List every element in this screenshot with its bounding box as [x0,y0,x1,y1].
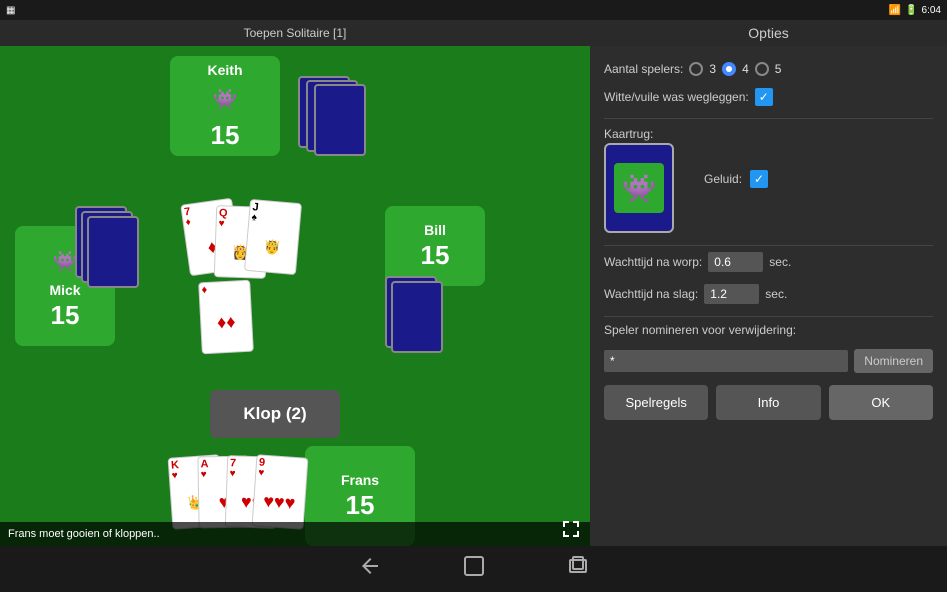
witte-vuile-checkbox[interactable]: ✓ [755,88,773,106]
player-keith: Keith 👾 15 [170,56,280,156]
wachttijd-slag-row: Wachttijd na slag: sec. [604,284,933,304]
game-area: Keith 👾 15 👾 Mick 15 Bill 15 7 ♦ ♦ [0,46,590,546]
wachttijd-worp-row: Wachttijd na worp: sec. [604,252,933,272]
recent-button[interactable] [566,554,590,584]
kaartrug-section: Kaartrug: 👾 Geluid: ✓ [604,125,933,233]
home-button[interactable] [462,554,486,584]
nav-bar [0,546,947,592]
witte-vuile-row: Witte/vuile was wegleggen: ✓ [604,88,933,106]
keith-card-3 [314,84,366,156]
frans-card-9: 9 ♥ ♥♥♥ [252,454,309,529]
wachttijd-worp-input[interactable] [708,252,763,272]
radio-group-spelers: 3 4 5 [689,62,781,76]
nomineren-input[interactable] [604,350,848,372]
geluid-label: Geluid: [704,172,742,186]
options-panel: Aantal spelers: 3 4 5 Witte/vuile was we… [590,46,947,546]
kaartrug-monster: 👾 [614,163,664,213]
keith-score: 15 [211,120,240,151]
bill-card-2 [391,281,443,353]
kaartrug-label: Kaartrug: [604,127,653,141]
battery-icon: 🔋 [905,5,917,16]
radio-3-label: 3 [709,62,716,76]
nomineren-label-row: Speler nomineren voor verwijdering: [604,323,933,337]
aantal-spelers-row: Aantal spelers: 3 4 5 [604,62,933,76]
worp-sec-label: sec. [769,255,791,269]
nomineren-label: Speler nomineren voor verwijdering: [604,323,796,337]
app-icon: ▦ [6,5,15,16]
slag-sec-label: sec. [765,287,787,301]
keith-avatar: 👾 [205,80,245,120]
back-button[interactable] [358,554,382,584]
center-card-diamond: ♦ ♦♦ [198,280,254,355]
radio-4-label: 4 [742,62,749,76]
kaartrug-preview[interactable]: 👾 [604,143,674,233]
status-message: Frans moet gooien of kloppen.. [8,528,160,540]
info-button[interactable]: Info [716,385,820,420]
nomineren-input-row: Nomineren [604,349,933,373]
frans-score: 15 [346,490,375,521]
action-buttons: Spelregels Info OK [604,385,933,420]
klop-label: Klop (2) [243,404,306,424]
bill-name: Bill [424,222,446,238]
radio-4[interactable] [722,62,736,76]
wachttijd-worp-label: Wachttijd na worp: [604,255,702,269]
witte-vuile-label: Witte/vuile was wegleggen: [604,90,749,104]
fullscreen-button[interactable] [558,516,584,542]
radio-5[interactable] [755,62,769,76]
ok-button[interactable]: OK [829,385,933,420]
center-card-j: J ♠ 🤴 [244,199,302,275]
aantal-spelers-label: Aantal spelers: [604,62,683,76]
mick-card-3 [87,216,139,288]
divider-2 [604,245,933,246]
radio-3[interactable] [689,62,703,76]
game-title: Toepen Solitaire [1] [244,26,347,40]
divider-3 [604,316,933,317]
signal-icon: 📶 [889,5,901,16]
frans-name: Frans [341,472,379,488]
kaartrug-group: Kaartrug: 👾 [604,125,674,233]
keith-name: Keith [208,62,243,78]
game-status-bar: Frans moet gooien of kloppen.. [0,522,590,546]
options-title: Opties [748,25,788,41]
wachttijd-slag-input[interactable] [704,284,759,304]
spelregels-button[interactable]: Spelregels [604,385,708,420]
geluid-checkbox[interactable]: ✓ [750,170,768,188]
nomineren-button[interactable]: Nomineren [854,349,933,373]
bill-score: 15 [421,240,450,271]
radio-5-label: 5 [775,62,782,76]
game-title-bar: Toepen Solitaire [1] [0,20,590,46]
geluid-group: Geluid: ✓ [704,170,768,188]
mick-name: Mick [49,282,80,298]
player-bill: Bill 15 [385,206,485,286]
status-bar: ▦ 📶 🔋 6:04 [0,0,947,20]
wachttijd-slag-label: Wachttijd na slag: [604,287,698,301]
divider-1 [604,118,933,119]
time-display: 6:04 [922,5,941,16]
options-title-bar: Opties [590,20,947,46]
klop-button[interactable]: Klop (2) [210,390,340,438]
mick-score: 15 [51,300,80,331]
